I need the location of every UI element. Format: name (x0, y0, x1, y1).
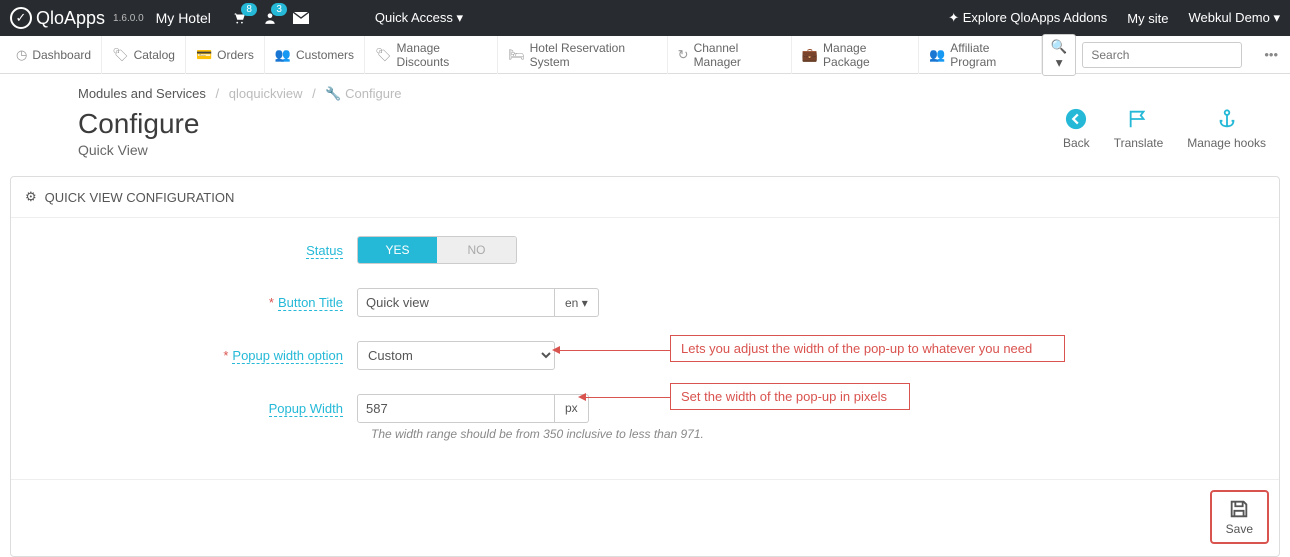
flag-icon (1127, 108, 1149, 130)
credit-card-icon: 💳 (196, 47, 212, 63)
addons-link[interactable]: ✦ Explore QloApps Addons (948, 10, 1107, 26)
annotation-2: Set the width of the pop-up in pixels (670, 383, 910, 410)
version-text: 1.6.0.0 (113, 13, 144, 24)
button-title-label: Button Title (278, 295, 343, 311)
nav-channel[interactable]: ↻Channel Manager (668, 36, 792, 74)
save-button[interactable]: Save (1210, 490, 1269, 544)
button-title-input[interactable] (357, 288, 555, 317)
page-header: Configure Quick View Back Translate Mana… (0, 108, 1290, 176)
arrow-1-head (552, 346, 560, 354)
search-type-dropdown[interactable]: 🔍▾ (1042, 34, 1077, 76)
nav-affiliate[interactable]: 👥Affiliate Program (919, 36, 1042, 74)
save-icon (1228, 498, 1250, 520)
refresh-icon: ↻ (678, 47, 689, 63)
gear-icon: ⚙ (25, 189, 37, 205)
mail-icon[interactable] (293, 12, 309, 24)
nav-catalog[interactable]: 🏷Catalog (102, 36, 186, 74)
gauge-icon: ◷ (16, 47, 27, 63)
arrow-2-line (586, 397, 670, 398)
panel-heading: ⚙ QUICK VIEW CONFIGURATION (11, 177, 1279, 218)
popup-width-input[interactable] (357, 394, 555, 423)
check-icon: ✓ (10, 7, 32, 29)
arrow-2-head (578, 393, 586, 401)
user-icon[interactable]: 3 (263, 11, 277, 25)
user-menu[interactable]: Webkul Demo ▾ (1188, 10, 1280, 26)
bed-icon: 🛏 (508, 47, 525, 63)
cart-icon[interactable]: 8 (231, 11, 247, 25)
user-badge: 3 (271, 3, 287, 16)
back-button[interactable]: Back (1063, 108, 1090, 150)
page-subtitle: Quick View (78, 142, 199, 158)
popup-width-label: Popup Width (269, 401, 343, 417)
tags-icon: 🏷 (112, 47, 129, 63)
config-panel: ⚙ QUICK VIEW CONFIGURATION Status YES NO… (10, 176, 1280, 557)
users-icon: 👥 (275, 47, 291, 63)
toggle-yes[interactable]: YES (358, 237, 437, 263)
nav-customers[interactable]: 👥Customers (265, 36, 365, 74)
back-icon (1065, 108, 1087, 130)
nav-orders[interactable]: 💳Orders (186, 36, 265, 74)
nav-dashboard[interactable]: ◷Dashboard (6, 36, 102, 74)
quick-access-dropdown[interactable]: Quick Access ▾ (375, 10, 463, 26)
toggle-no[interactable]: NO (437, 237, 516, 263)
translate-button[interactable]: Translate (1114, 108, 1164, 150)
more-menu[interactable]: ••• (1258, 43, 1284, 66)
breadcrumb-module: qloquickview (229, 86, 303, 101)
status-label: Status (306, 243, 343, 259)
popup-option-label: Popup width option (232, 348, 343, 364)
breadcrumb-root[interactable]: Modules and Services (78, 86, 206, 101)
help-text: The width range should be from 350 inclu… (371, 427, 1259, 441)
group-icon: 👥 (929, 47, 945, 63)
cart-badge: 8 (241, 3, 257, 16)
nav-hotel[interactable]: 🛏Hotel Reservation System (498, 36, 668, 74)
search-icon: 🔍 (1051, 39, 1068, 54)
nav-package[interactable]: 💼Manage Package (792, 36, 919, 74)
breadcrumb-page: Configure (345, 86, 401, 101)
brand-logo[interactable]: ✓ QloApps (10, 7, 105, 29)
arrow-1-line (560, 350, 670, 351)
popup-width-option-select[interactable]: Custom (357, 341, 555, 370)
wrench-icon: 🔧 (325, 86, 341, 101)
status-toggle[interactable]: YES NO (357, 236, 517, 264)
main-nav: ◷Dashboard 🏷Catalog 💳Orders 👥Customers 🏷… (0, 36, 1290, 74)
breadcrumb: Modules and Services / qloquickview / 🔧 … (0, 74, 1290, 108)
hooks-button[interactable]: Manage hooks (1187, 108, 1266, 150)
language-dropdown[interactable]: en ▾ (555, 288, 599, 317)
annotation-1: Lets you adjust the width of the pop-up … (670, 335, 1065, 362)
page-title: Configure (78, 108, 199, 140)
hotel-name[interactable]: My Hotel (156, 10, 211, 26)
anchor-icon (1216, 108, 1238, 130)
briefcase-icon: 💼 (802, 47, 818, 63)
search-input[interactable] (1082, 42, 1242, 68)
my-site-link[interactable]: My site (1127, 11, 1168, 26)
tag-icon: 🏷 (375, 47, 392, 63)
topbar: ✓ QloApps 1.6.0.0 My Hotel 8 3 Quick Acc… (0, 0, 1290, 36)
nav-discounts[interactable]: 🏷Manage Discounts (365, 36, 498, 74)
brand-text: QloApps (36, 8, 105, 29)
